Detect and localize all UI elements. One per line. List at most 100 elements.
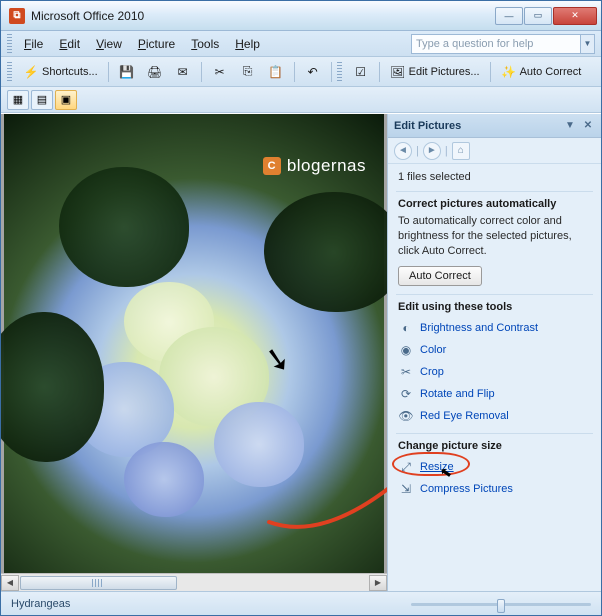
zoom-slider[interactable] [411,599,591,609]
tool-resize[interactable]: ⤢ Resize ⬉ [398,456,591,478]
cut-button[interactable]: ✂ [207,61,233,83]
picture-canvas[interactable]: C blogernas ➘ [1,114,387,573]
watermark-icon: C [263,157,281,175]
tool-label: Brightness and Contrast [420,322,538,334]
files-selected-label: 1 files selected [398,170,591,185]
scroll-right-button[interactable]: ▶ [369,575,387,591]
select-button[interactable]: ☑ [348,61,374,83]
app-window: ⧉ Microsoft Office 2010 — ▭ ✕ File Edit … [0,0,602,616]
tool-label: Rotate and Flip [420,388,495,400]
tool-label: Color [420,344,446,356]
nav-home-button[interactable]: ⌂ [452,142,470,160]
toolbar: ⚡ Shortcuts... 💾 🖨 ✉ ✂ ⎘ 📋 ↶ ☑ 🖼 Edit Pi… [1,57,601,87]
undo-button[interactable]: ↶ [300,61,326,83]
copy-button[interactable]: ⎘ [235,61,261,83]
separator [108,62,109,82]
paste-icon: 📋 [268,64,284,80]
save-icon: 💾 [119,64,135,80]
task-pane-close-button[interactable]: ✕ [581,119,595,133]
crop-icon: ✂ [398,364,414,380]
canvas-wrap: C blogernas ➘ ◀ ▶ [1,114,387,591]
separator [331,62,332,82]
horizontal-scrollbar[interactable]: ◀ ▶ [1,573,387,591]
color-icon: ◉ [398,342,414,358]
menu-edit[interactable]: Edit [51,34,88,54]
divider [396,294,593,295]
menu-picture[interactable]: Picture [130,34,183,54]
edit-pictures-button[interactable]: 🖼 Edit Pictures... [385,61,485,83]
tool-compress[interactable]: ⇲ Compress Pictures [398,478,591,500]
tool-crop[interactable]: ✂ Crop [398,361,591,383]
undo-icon: ↶ [305,64,321,80]
separator: | [445,145,448,157]
nav-back-button[interactable]: ◄ [394,142,412,160]
paste-button[interactable]: 📋 [263,61,289,83]
section-size-title: Change picture size [398,440,591,452]
section-tools-title: Edit using these tools [398,301,591,313]
menu-tools[interactable]: Tools [183,34,227,54]
nav-forward-button[interactable]: ► [423,142,441,160]
titlebar: ⧉ Microsoft Office 2010 — ▭ ✕ [1,1,601,31]
auto-correct-icon: ✨ [501,64,517,80]
help-search-dropdown[interactable]: ▼ [581,34,595,54]
task-pane-header: Edit Pictures ▼ ✕ [388,114,601,138]
scroll-left-button[interactable]: ◀ [1,575,19,591]
toolbar-grip[interactable] [7,34,12,54]
tool-label: Red Eye Removal [420,410,509,422]
divider [396,433,593,434]
scroll-thumb[interactable] [20,576,177,590]
view-toolbar: ▦ ▤ ▣ [1,87,601,113]
watermark-text: blogernas [287,156,366,176]
scroll-track[interactable] [20,575,368,591]
compress-icon: ⇲ [398,481,414,497]
print-button[interactable]: 🖨 [142,61,168,83]
help-search-input[interactable]: Type a question for help [411,34,581,54]
tool-brightness-contrast[interactable]: ◐ Brightness and Contrast [398,317,591,339]
auto-correct-panel-button[interactable]: Auto Correct [398,266,482,286]
app-icon: ⧉ [9,8,25,24]
tool-label: Crop [420,366,444,378]
menu-help[interactable]: Help [227,34,268,54]
zoom-handle[interactable] [497,599,505,613]
copy-icon: ⎘ [240,64,256,80]
status-bar: Hydrangeas [1,591,601,615]
mail-button[interactable]: ✉ [170,61,196,83]
tool-color[interactable]: ◉ Color [398,339,591,361]
cut-icon: ✂ [212,64,228,80]
shortcuts-button[interactable]: ⚡ Shortcuts... [18,61,103,83]
toolbar-grip[interactable] [337,62,342,82]
minimize-button[interactable]: — [495,7,523,25]
maximize-button[interactable]: ▭ [524,7,552,25]
task-pane-menu-button[interactable]: ▼ [563,119,577,133]
divider [396,191,593,192]
menu-file[interactable]: File [16,34,51,54]
auto-correct-label: Auto Correct [520,66,582,78]
status-filename: Hydrangeas [11,598,70,610]
tool-red-eye[interactable]: 👁 Red Eye Removal [398,405,591,427]
separator [379,62,380,82]
app-title: Microsoft Office 2010 [31,9,494,23]
tool-label: Compress Pictures [420,483,513,495]
view-thumbnails-button[interactable]: ▦ [7,90,29,110]
window-controls: — ▭ ✕ [494,7,597,25]
content-area: C blogernas ➘ ◀ ▶ [1,113,601,591]
auto-correct-button[interactable]: ✨ Auto Correct [496,61,587,83]
task-pane-body: 1 files selected Correct pictures automa… [388,164,601,591]
mail-icon: ✉ [175,64,191,80]
separator [201,62,202,82]
shortcuts-label: Shortcuts... [42,66,98,78]
edit-pictures-label: Edit Pictures... [409,66,480,78]
auto-correct-description: To automatically correct color and brigh… [398,214,591,259]
tool-rotate-flip[interactable]: ⟳ Rotate and Flip [398,383,591,405]
menu-view[interactable]: View [88,34,130,54]
view-filmstrip-button[interactable]: ▤ [31,90,53,110]
photo-hydrangeas: C blogernas ➘ [4,114,384,573]
watermark: C blogernas [263,156,366,176]
toolbar-grip[interactable] [7,62,12,82]
annotation-highlight-ring [392,452,470,476]
view-single-button[interactable]: ▣ [55,90,77,110]
rotate-icon: ⟳ [398,386,414,402]
close-button[interactable]: ✕ [553,7,597,25]
task-pane-nav: ◄ | ► | ⌂ [388,138,601,164]
save-button[interactable]: 💾 [114,61,140,83]
